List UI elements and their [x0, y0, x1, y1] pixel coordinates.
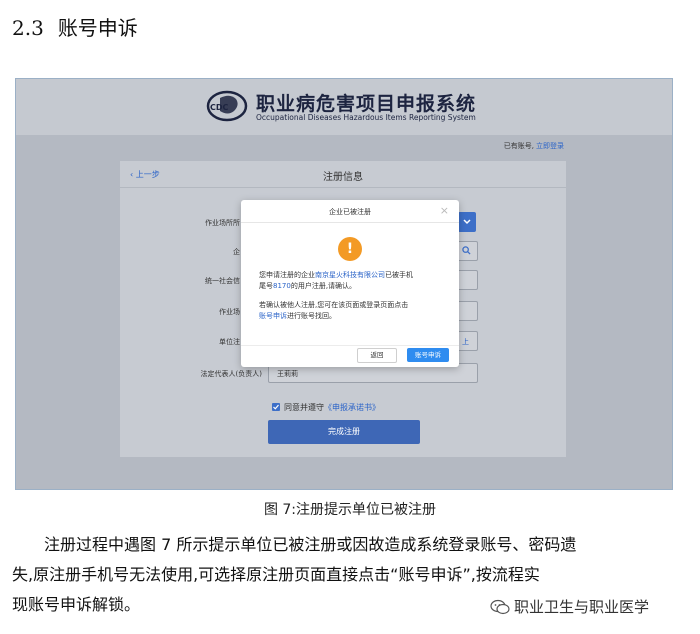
registration-screenshot: CDC 职业病危害项目申报系统 Occupational Diseases Ha…	[15, 78, 673, 490]
field-label-site: 作业场	[219, 308, 240, 316]
watermark: 职业卫生与职业医学	[490, 596, 649, 617]
dialog-title: 企业已被注册	[329, 208, 371, 216]
login-prompt: 已有账号, 立即登录	[504, 141, 564, 151]
wechat-icon	[490, 599, 510, 615]
dialog-divider	[241, 345, 459, 346]
dialog-header: 企业已被注册 ×	[241, 200, 459, 223]
agree-text: 同意并遵守	[284, 403, 324, 412]
paragraph-line: 注册过程中遇图 7 所示提示单位已被注册或因故造成系统登录账号、密码遗	[44, 535, 577, 554]
legal-rep-value: 王莉莉	[277, 370, 298, 378]
account-prompt-text: 已有账号,	[503, 142, 534, 150]
phone-tail: 8170	[273, 282, 291, 290]
appeal-inline-link[interactable]: 账号申诉	[259, 312, 287, 320]
field-label-registration: 单位注	[219, 338, 240, 346]
check-icon	[273, 404, 279, 410]
card-header: ‹ 上一步 注册信息	[120, 161, 566, 188]
agree-checkbox[interactable]	[272, 403, 280, 411]
field-label-legal-rep: 法定代表人(负责人)	[200, 370, 262, 378]
chevron-down-icon	[463, 219, 471, 225]
paragraph-line: 失,原注册手机号无法使用,可选择原注册页面直接点击“账号申诉”,按流程实	[12, 565, 540, 584]
account-appeal-button[interactable]: 账号申诉	[407, 348, 449, 362]
cdc-logo-icon: CDC	[206, 90, 248, 122]
card-title: 注册信息	[323, 172, 363, 183]
system-subtitle: Occupational Diseases Hazardous Items Re…	[256, 113, 476, 122]
return-button[interactable]: 返回	[357, 348, 397, 363]
complete-registration-button[interactable]: 完成注册	[268, 420, 420, 444]
dialog-message: 您申请注册的企业南京星火科技有限公司已被手机 尾号8170的用户注册,请确认。	[259, 271, 413, 290]
svg-text:CDC: CDC	[210, 103, 229, 112]
field-label-credit-code: 统一社会信	[205, 277, 240, 285]
close-icon[interactable]: ×	[440, 204, 449, 217]
section-heading: 2.3 账号申诉	[12, 12, 138, 41]
field-label-enterprise: 企	[233, 248, 240, 256]
agreement-row: 同意并遵守《申报承诺书》	[272, 402, 380, 413]
warning-icon: !	[338, 237, 362, 261]
upload-link[interactable]: 上	[462, 337, 469, 347]
figure-caption: 图 7:注册提示单位已被注册	[263, 502, 437, 518]
already-registered-dialog: 企业已被注册 × ! 您申请注册的企业南京星火科技有限公司已被手机 尾号8170…	[241, 200, 459, 367]
login-link[interactable]: 立即登录	[536, 142, 564, 150]
search-icon[interactable]	[462, 246, 471, 255]
system-header: CDC 职业病危害项目申报系统 Occupational Diseases Ha…	[16, 79, 672, 135]
watermark-text: 职业卫生与职业医学	[514, 598, 650, 616]
company-name: 南京星火科技有限公司	[315, 271, 385, 279]
dialog-hint: 若确认被他人注册,您可在该页面或登录页面点击 账号申诉进行账号找回。	[259, 301, 409, 320]
section-number: 2.3	[12, 16, 44, 40]
field-label-workplace: 作业场所所	[205, 219, 240, 227]
section-title: 账号申诉	[57, 16, 138, 40]
system-title: 职业病危害项目申报系统	[256, 93, 477, 115]
dropdown-button[interactable]	[458, 212, 476, 232]
agreement-link[interactable]: 《申报承诺书》	[324, 403, 380, 412]
